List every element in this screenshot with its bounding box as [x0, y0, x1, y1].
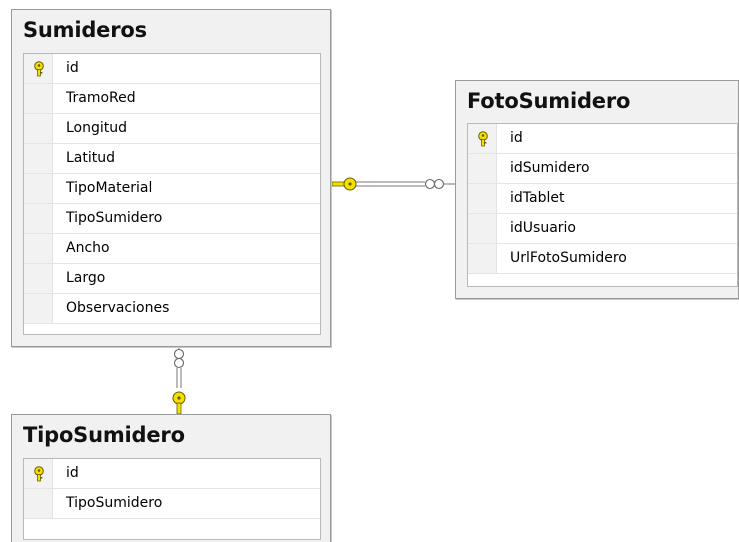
column-row[interactable]: TipoMaterial — [24, 174, 320, 204]
row-selector[interactable] — [24, 174, 53, 203]
column-name: id — [66, 60, 79, 76]
column-row[interactable]: Observaciones — [24, 294, 320, 324]
column-name: Latitud — [66, 150, 116, 166]
key-icon — [331, 177, 357, 191]
table-tiposumidero[interactable]: TipoSumidero id TipoSumidero — [11, 414, 331, 542]
key-icon — [172, 391, 186, 415]
column-name: id — [66, 465, 79, 481]
relationship-sumideros-fotosumidero[interactable] — [331, 177, 455, 191]
column-list: id TramoRed Longitud Latitud TipoMaterial Tip… — [23, 53, 321, 335]
table-sumideros[interactable]: Sumideros id TramoRed Longitud Latitud TipoM… — [11, 9, 331, 347]
grid-footer — [24, 324, 320, 334]
column-name: UrlFotoSumidero — [510, 250, 627, 266]
column-row[interactable]: TramoRed — [24, 84, 320, 114]
table-title: TipoSumidero — [23, 423, 185, 447]
key-icon — [34, 61, 44, 77]
column-name: TipoSumidero — [66, 210, 163, 226]
row-selector[interactable] — [468, 154, 497, 183]
grid-footer — [24, 519, 320, 539]
grid-footer — [468, 274, 737, 286]
column-row[interactable]: UrlFotoSumidero — [468, 244, 737, 274]
row-selector[interactable] — [24, 489, 53, 518]
column-name: TipoMaterial — [66, 180, 153, 196]
column-row[interactable]: Largo — [24, 264, 320, 294]
column-row[interactable]: id — [24, 459, 320, 489]
column-row[interactable]: Ancho — [24, 234, 320, 264]
key-icon — [34, 466, 44, 482]
column-row[interactable]: id — [468, 124, 737, 154]
column-row[interactable]: Latitud — [24, 144, 320, 174]
row-selector[interactable] — [468, 184, 497, 213]
column-name: Ancho — [66, 240, 110, 256]
column-row[interactable]: idSumidero — [468, 154, 737, 184]
row-selector[interactable] — [24, 204, 53, 233]
infinity-icon — [424, 178, 455, 190]
column-name: TipoSumidero — [66, 495, 163, 511]
column-list: id TipoSumidero — [23, 458, 321, 540]
column-name: Largo — [66, 270, 106, 286]
column-row[interactable]: id — [24, 54, 320, 84]
table-fotosumidero[interactable]: FotoSumidero id idSumidero idTablet idUsuar… — [455, 80, 739, 299]
row-selector[interactable] — [24, 264, 53, 293]
column-row[interactable]: TipoSumidero — [24, 489, 320, 519]
column-name: Longitud — [66, 120, 128, 136]
key-icon — [478, 131, 488, 147]
column-row[interactable]: TipoSumidero — [24, 204, 320, 234]
row-selector[interactable] — [24, 114, 53, 143]
column-name: id — [510, 130, 523, 146]
row-selector[interactable] — [24, 84, 53, 113]
column-name: idSumidero — [510, 160, 590, 176]
infinity-icon — [173, 347, 185, 369]
column-row[interactable]: idTablet — [468, 184, 737, 214]
column-name: Observaciones — [66, 300, 170, 316]
row-selector[interactable] — [24, 294, 53, 323]
row-selector[interactable] — [24, 234, 53, 263]
relationship-sumideros-tiposumidero[interactable] — [172, 347, 186, 415]
column-row[interactable]: idUsuario — [468, 214, 737, 244]
row-selector[interactable] — [468, 214, 497, 243]
table-title: FotoSumidero — [467, 89, 631, 113]
column-name: TramoRed — [66, 90, 136, 106]
column-name: idUsuario — [510, 220, 576, 236]
row-selector[interactable] — [468, 244, 497, 273]
table-title: Sumideros — [23, 18, 147, 42]
row-selector[interactable] — [24, 144, 53, 173]
column-name: idTablet — [510, 190, 565, 206]
column-list: id idSumidero idTablet idUsuario UrlFotoSumi… — [467, 123, 738, 287]
column-row[interactable]: Longitud — [24, 114, 320, 144]
